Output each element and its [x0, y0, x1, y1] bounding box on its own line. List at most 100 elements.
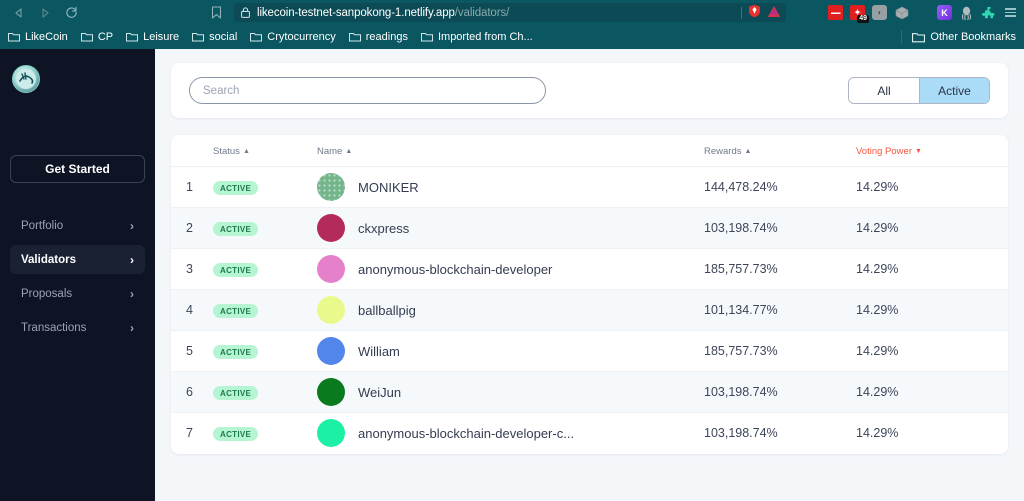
row-index: 3	[186, 262, 193, 276]
sidebar-item-validators[interactable]: Validators ›	[10, 245, 145, 274]
validators-table-card: Status▲ Name▲ Rewards▲ Voting Power▼	[171, 135, 1008, 454]
cube-icon[interactable]	[894, 5, 909, 20]
bookmarks-bar: LikeCoin CP Leisure social Crytocurrency…	[0, 25, 1024, 49]
row-status: ACTIVE	[213, 249, 309, 290]
octopus-icon[interactable]	[959, 5, 974, 20]
address-bar[interactable]: likecoin-testnet-sanpokong-1.netlify.app…	[234, 3, 786, 22]
back-arrow-icon[interactable]	[6, 2, 32, 24]
row-index: 1	[186, 180, 193, 194]
filter-active-button[interactable]: Active	[919, 78, 989, 103]
folder-icon	[192, 32, 205, 42]
table-row[interactable]: 7 ACTIVE anonymous-blockchain-developer-…	[171, 413, 1008, 454]
column-voting-power[interactable]: Voting Power ▼	[856, 135, 1008, 167]
bookmark-item[interactable]: readings	[348, 31, 408, 43]
bookmark-star-icon[interactable]	[202, 2, 230, 24]
bookmark-item[interactable]: social	[192, 31, 237, 43]
chat-bubble-icon[interactable]: ◗	[872, 5, 887, 20]
sidebar-item-transactions[interactable]: Transactions ›	[10, 313, 145, 342]
metamask-icon[interactable]: ▬▬	[828, 5, 843, 20]
omnibox-divider	[741, 6, 742, 19]
chevron-right-icon: ›	[130, 218, 134, 233]
status-badge: ACTIVE	[213, 344, 259, 359]
sidebar: Get Started Portfolio › Validators › Pro…	[0, 49, 155, 501]
row-name: WeiJun	[309, 372, 704, 413]
bookmarks-bar-right: Other Bookmarks	[901, 30, 1016, 44]
row-voting-power: 14.29%	[856, 221, 899, 235]
table-row[interactable]: 1 ACTIVE MONIKER 144,478.24% 14.29%	[171, 167, 1008, 208]
row-name: anonymous-blockchain-developer	[309, 249, 704, 290]
bookmark-label: social	[209, 31, 238, 43]
avatar	[317, 255, 345, 283]
keplr-icon[interactable]: K	[937, 5, 952, 20]
keplr-icon-label: K	[941, 7, 948, 18]
column-name[interactable]: Name ▲	[309, 135, 704, 167]
bookmark-label: CP	[97, 31, 114, 43]
avatar	[317, 378, 345, 406]
validators-table: Status▲ Name▲ Rewards▲ Voting Power▼	[171, 135, 1008, 454]
row-index: 6	[186, 385, 193, 399]
filter-toggle-group: All Active	[848, 77, 990, 104]
sort-asc-icon: ▲	[242, 148, 250, 155]
browser-toolbar: likecoin-testnet-sanpokong-1.netlify.app…	[0, 0, 1024, 25]
reload-icon[interactable]	[58, 2, 84, 24]
avatar	[317, 337, 345, 365]
table-row[interactable]: 2 ACTIVE ckxpress 103,198.74% 14.29%	[171, 207, 1008, 249]
brave-shield-icon[interactable]	[748, 4, 761, 21]
validator-name: anonymous-blockchain-developer-c...	[358, 425, 575, 441]
row-name: ballballpig	[309, 290, 704, 331]
app-shell: Get Started Portfolio › Validators › Pro…	[0, 49, 1024, 501]
table-row[interactable]: 4 ACTIVE ballballpig 101,134.77% 14.29%	[171, 289, 1008, 331]
sidebar-item-label: Transactions	[21, 321, 87, 334]
likecoin-logo[interactable]	[12, 65, 40, 93]
bookmark-item[interactable]: LikeCoin	[8, 31, 68, 43]
notification-badge: 49	[857, 15, 869, 23]
sidebar-item-proposals[interactable]: Proposals ›	[10, 279, 145, 308]
row-voting-power: 14.29%	[856, 262, 899, 276]
column-voting-power-label: Voting Power	[856, 146, 912, 157]
validator-name: anonymous-blockchain-developer	[358, 261, 553, 277]
search-input[interactable]	[189, 77, 546, 104]
column-status[interactable]: Status ▲	[213, 135, 309, 167]
column-name-label: Name	[317, 146, 343, 157]
filter-all-button[interactable]: All	[849, 78, 919, 103]
validator-name: ckxpress	[358, 220, 410, 236]
bookmark-item[interactable]: Imported from Ch...	[420, 31, 533, 43]
get-started-button[interactable]: Get Started	[10, 155, 145, 183]
folder-icon	[8, 32, 20, 42]
bookmark-item[interactable]: Crytocurrency	[250, 31, 336, 43]
bookmark-item[interactable]: Leisure	[126, 31, 179, 43]
table-row[interactable]: 5 ACTIVE William 185,757.73% 14.29%	[171, 331, 1008, 372]
status-badge: ACTIVE	[213, 303, 259, 318]
folder-icon	[126, 32, 139, 42]
url-path: /validators/	[454, 6, 510, 19]
status-badge: ACTIVE	[213, 180, 259, 195]
chevron-right-icon: ›	[130, 320, 134, 335]
row-name: ckxpress	[309, 208, 704, 249]
warning-triangle-icon[interactable]	[767, 5, 781, 21]
row-index: 4	[186, 303, 193, 317]
bookmark-label: Crytocurrency	[267, 31, 336, 43]
sidebar-item-label: Validators	[21, 253, 76, 266]
table-row[interactable]: 6 ACTIVE WeiJun 103,198.74% 14.29%	[171, 371, 1008, 413]
row-voting-power: 14.29%	[856, 303, 899, 317]
column-rewards[interactable]: Rewards ▲	[704, 135, 856, 167]
notification-icon[interactable]: ✦ 49	[850, 5, 869, 23]
bookmark-item[interactable]: CP	[80, 31, 114, 43]
avatar	[317, 419, 345, 448]
column-index	[171, 135, 213, 167]
status-badge: ACTIVE	[213, 385, 259, 400]
table-body: 1 ACTIVE MONIKER 144,478.24% 14.29% 2 AC…	[171, 167, 1008, 454]
row-index: 5	[186, 344, 193, 358]
hamburger-menu-icon[interactable]	[1003, 8, 1016, 17]
sidebar-item-portfolio[interactable]: Portfolio ›	[10, 211, 145, 240]
row-status: ACTIVE	[213, 208, 309, 249]
other-bookmarks-item[interactable]: Other Bookmarks	[912, 31, 1016, 43]
puzzle-extension-icon[interactable]	[981, 5, 996, 20]
chevron-right-icon: ›	[130, 252, 134, 267]
lock-icon	[241, 7, 250, 18]
forward-arrow-icon[interactable]	[32, 2, 58, 24]
row-rewards: 144,478.24%	[704, 180, 778, 194]
table-header: Status ▲ Name ▲ Rewards ▲ Voting Power ▼	[171, 135, 1008, 167]
table-row[interactable]: 3 ACTIVE anonymous-blockchain-developer …	[171, 249, 1008, 290]
folder-icon	[912, 32, 926, 43]
